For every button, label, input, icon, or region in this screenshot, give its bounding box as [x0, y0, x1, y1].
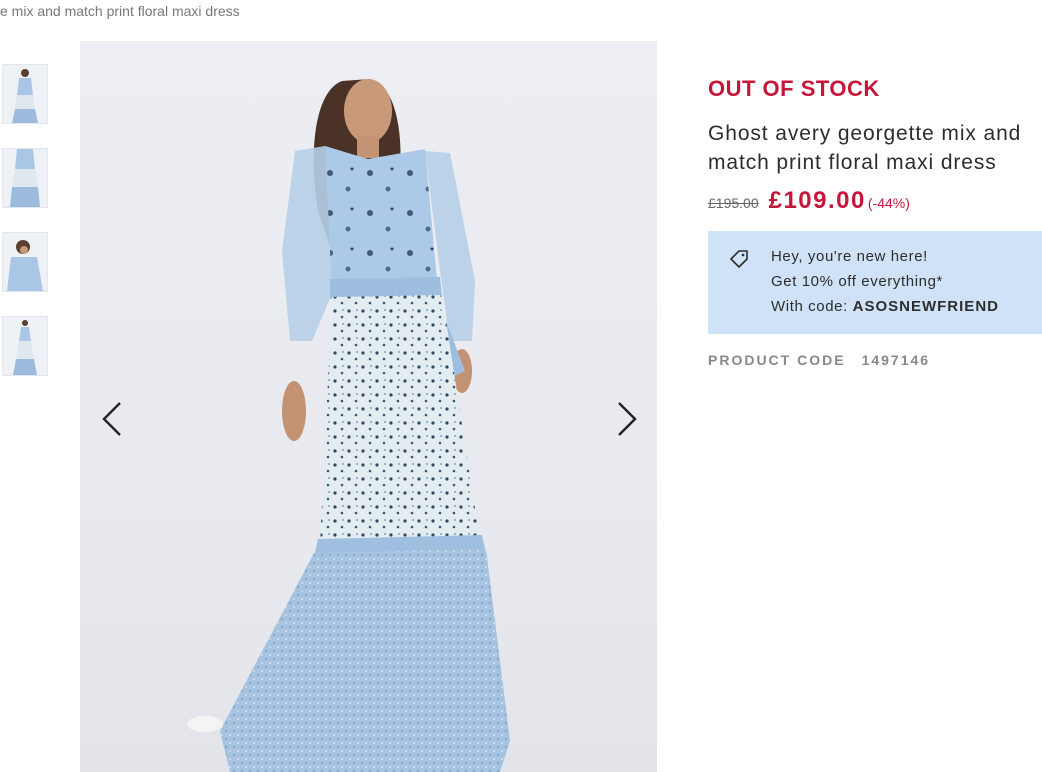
- previous-image-button[interactable]: [94, 399, 134, 439]
- chevron-left-icon: [102, 402, 121, 436]
- thumbnail-list: [2, 64, 48, 400]
- tag-icon: [730, 250, 748, 268]
- thumbnail-1[interactable]: [2, 64, 48, 124]
- promo-text: Hey, you're new here! Get 10% off everyt…: [771, 244, 999, 319]
- product-title: Ghost avery georgette mix and match prin…: [708, 122, 1022, 174]
- thumbnail-2[interactable]: [2, 148, 48, 208]
- product-info: OUT OF STOCK Ghost avery georgette mix a…: [708, 76, 1042, 368]
- chevron-right-icon: [618, 402, 637, 436]
- promo-line-2: Get 10% off everything*: [771, 273, 943, 290]
- discount-percentage: (-44%): [867, 195, 910, 211]
- product-page: e mix and match print floral maxi dress: [0, 0, 1042, 772]
- current-price: £109.00: [768, 187, 866, 214]
- promo-line-1: Hey, you're new here!: [771, 248, 928, 265]
- thumbnail-3[interactable]: [2, 232, 48, 292]
- promo-code-label: With code:: [771, 298, 853, 315]
- promo-code: ASOSNEWFRIEND: [852, 298, 999, 315]
- thumbnail-image: [3, 65, 47, 123]
- price-row: £195.00 £109.00 (-44%): [708, 187, 1042, 215]
- product-photo: [187, 79, 510, 772]
- thumbnail-4[interactable]: [2, 316, 48, 376]
- original-price: £195.00: [708, 195, 759, 211]
- breadcrumb[interactable]: e mix and match print floral maxi dress: [0, 3, 240, 19]
- thumbnail-image: [3, 317, 47, 375]
- product-code-value: 1497146: [861, 352, 931, 368]
- product-code-label: PRODUCT CODE: [708, 352, 846, 368]
- thumbnail-image: [3, 233, 47, 291]
- promo-line-3: With code: ASOSNEWFRIEND: [771, 294, 999, 319]
- stock-status: OUT OF STOCK: [708, 76, 880, 101]
- main-product-image[interactable]: [80, 41, 657, 772]
- next-image-button[interactable]: [605, 399, 645, 439]
- product-code: PRODUCT CODE 1497146: [708, 352, 1042, 368]
- thumbnail-image: [3, 149, 47, 207]
- new-customer-promo: Hey, you're new here! Get 10% off everyt…: [708, 231, 1042, 334]
